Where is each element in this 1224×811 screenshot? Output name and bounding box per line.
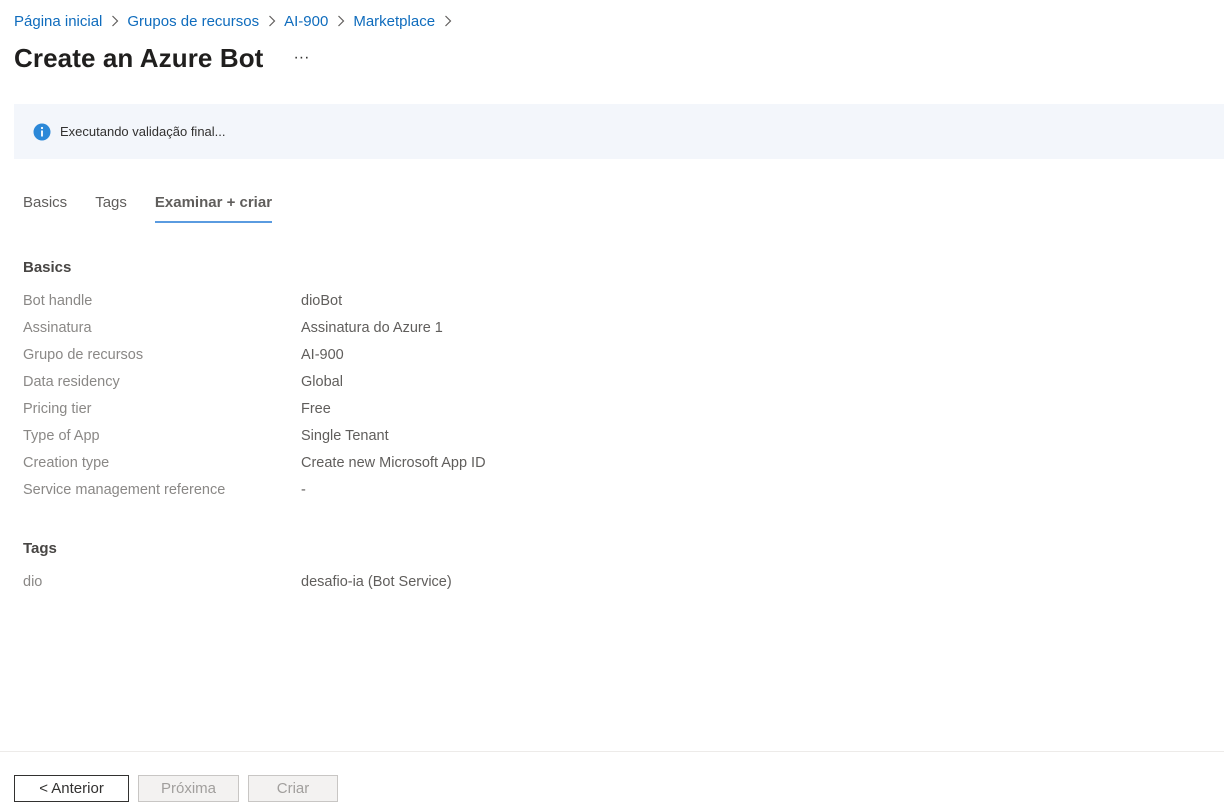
footer-divider: [0, 751, 1224, 752]
basics-section-heading: Basics: [23, 259, 72, 276]
page-title: Create an Azure Bot: [14, 42, 264, 73]
summary-value: Free: [301, 401, 331, 417]
info-icon: [33, 123, 51, 141]
summary-value: dioBot: [301, 293, 343, 309]
summary-label: dio: [23, 574, 43, 590]
breadcrumb-home-link[interactable]: Página inicial: [14, 13, 102, 30]
previous-button[interactable]: < Anterior: [14, 775, 129, 802]
chevron-right-icon: [259, 11, 284, 31]
summary-value: AI-900: [301, 347, 344, 363]
info-banner-text: Executando validação final...: [60, 124, 226, 139]
summary-label: Type of App: [23, 428, 100, 444]
more-options-button[interactable]: ···: [289, 46, 313, 70]
summary-value: Global: [301, 374, 343, 390]
chevron-right-icon: [102, 11, 127, 31]
breadcrumb-marketplace-link[interactable]: Marketplace: [353, 13, 435, 30]
summary-label: Bot handle: [23, 293, 93, 309]
page-header: Create an Azure Bot ···: [14, 40, 313, 76]
summary-value: desafio-ia (Bot Service): [301, 574, 452, 590]
summary-label: Data residency: [23, 374, 120, 390]
summary-row: Grupo de recursos AI-900: [23, 347, 723, 367]
summary-label: Assinatura: [23, 320, 92, 336]
tab-basics[interactable]: Basics: [23, 190, 67, 224]
chevron-right-icon: [435, 11, 460, 31]
summary-label: Pricing tier: [23, 401, 92, 417]
summary-label: Service management reference: [23, 482, 226, 498]
tab-tags[interactable]: Tags: [95, 190, 127, 224]
create-button[interactable]: Criar: [248, 775, 338, 802]
summary-value: Single Tenant: [301, 428, 389, 444]
wizard-tabs: Basics Tags Examinar + criar: [23, 190, 300, 224]
breadcrumb-resource-group-link[interactable]: AI-900: [284, 13, 328, 30]
summary-label: Grupo de recursos: [23, 347, 144, 363]
summary-row: Assinatura Assinatura do Azure 1: [23, 320, 723, 340]
summary-row: Service management reference -: [23, 482, 723, 502]
summary-label: Creation type: [23, 455, 110, 471]
summary-row: Bot handle dioBot: [23, 293, 723, 313]
summary-row: Pricing tier Free: [23, 401, 723, 421]
summary-row: Creation type Create new Microsoft App I…: [23, 455, 723, 475]
info-banner: Executando validação final...: [14, 104, 1224, 159]
summary-row: Type of App Single Tenant: [23, 428, 723, 448]
breadcrumb: Página inicial Grupos de recursos AI-900…: [14, 10, 460, 32]
summary-value: Assinatura do Azure 1: [301, 320, 443, 336]
next-button[interactable]: Próxima: [138, 775, 239, 802]
tab-review-create[interactable]: Examinar + criar: [154, 190, 273, 224]
chevron-right-icon: [328, 11, 353, 31]
summary-row: Data residency Global: [23, 374, 723, 394]
summary-value: -: [301, 482, 306, 498]
breadcrumb-resource-groups-link[interactable]: Grupos de recursos: [127, 13, 259, 30]
tags-section-heading: Tags: [23, 540, 57, 557]
summary-row: dio desafio-ia (Bot Service): [23, 574, 723, 594]
summary-value: Create new Microsoft App ID: [301, 455, 486, 471]
